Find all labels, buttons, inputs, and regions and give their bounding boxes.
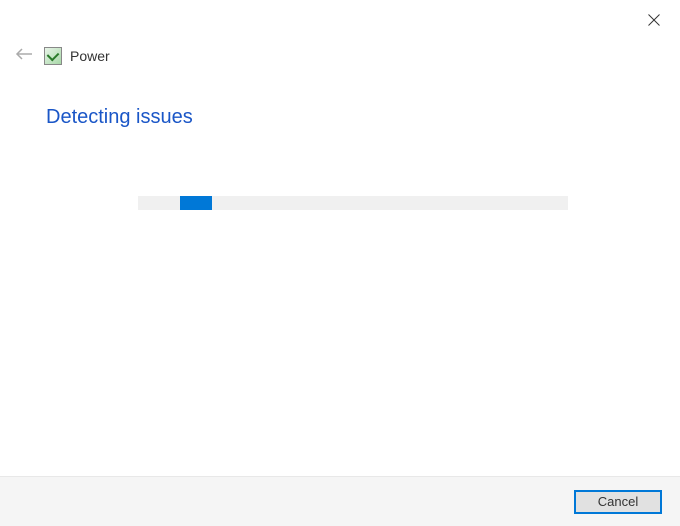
footer: Cancel xyxy=(0,476,680,526)
back-button[interactable] xyxy=(12,44,36,68)
power-troubleshooter-icon xyxy=(44,47,62,65)
back-arrow-icon xyxy=(15,47,33,66)
header: Power xyxy=(12,44,110,68)
close-button[interactable] xyxy=(642,10,666,34)
page-title: Power xyxy=(70,48,110,64)
cancel-button[interactable]: Cancel xyxy=(574,490,662,514)
progress-bar xyxy=(138,196,568,210)
close-icon xyxy=(648,13,660,31)
progress-indicator xyxy=(180,196,212,210)
status-heading: Detecting issues xyxy=(46,106,193,129)
